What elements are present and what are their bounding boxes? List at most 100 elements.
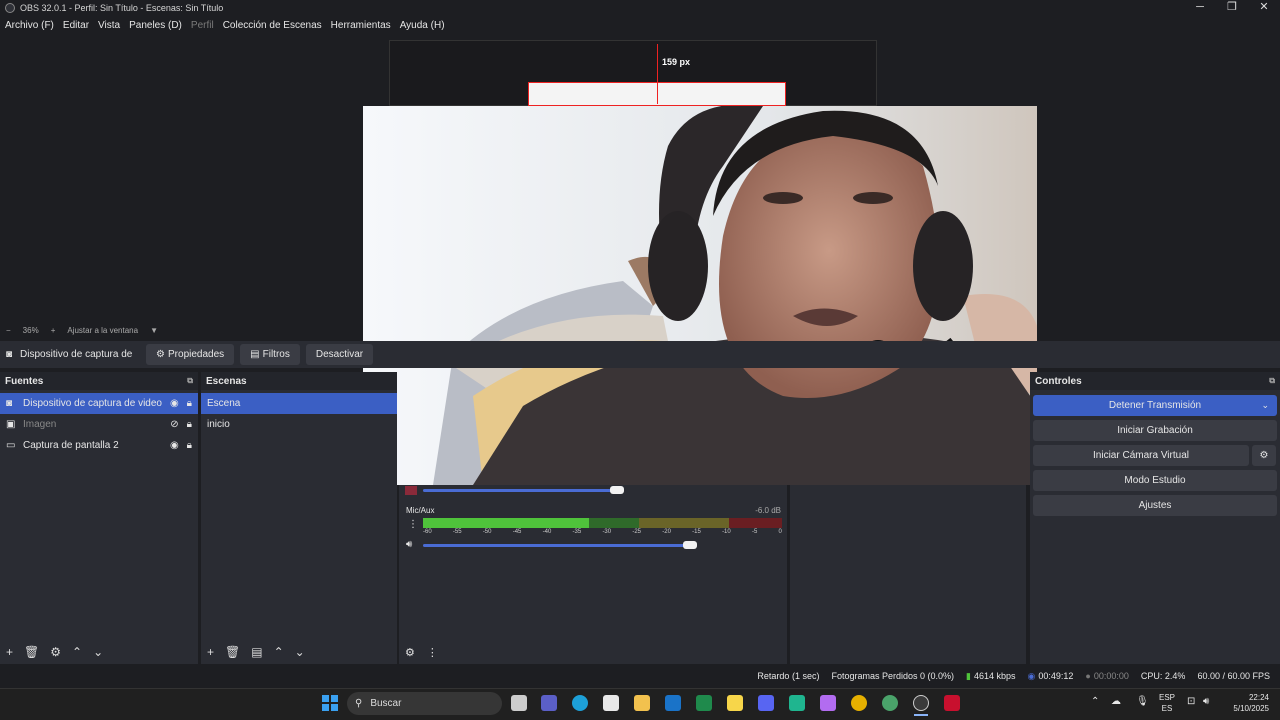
tray-chevron-icon[interactable]: ⌃ (1091, 696, 1099, 707)
title-bar: OBS 32.0.1 - Perfil: Sin Título - Escena… (0, 0, 1280, 16)
advanced-audio-icon[interactable]: ⚙ (405, 646, 415, 659)
source-item-video-capture[interactable]: ◙ Dispositivo de captura de video ◉ 🔒︎ (0, 393, 198, 414)
menu-help[interactable]: Ayuda (H) (400, 20, 445, 31)
fit-to-window[interactable]: Ajustar a la ventana (67, 326, 138, 335)
properties-button[interactable]: ⚙ Propiedades (146, 344, 235, 365)
task-view-icon[interactable] (511, 695, 527, 711)
zoom-in-button[interactable]: + (51, 326, 56, 335)
clock-time: 22:24 (1248, 693, 1269, 702)
menu-edit[interactable]: Editar (63, 20, 89, 31)
menu-profile[interactable]: Perfil (191, 20, 214, 31)
settings-button[interactable]: Ajustes (1033, 495, 1277, 516)
menu-file[interactable]: Archivo (F) (5, 20, 54, 31)
scenes-title: Escenas (206, 375, 247, 387)
chevron-down-icon[interactable]: ⌄ (1261, 400, 1269, 411)
studio-mode-button[interactable]: Modo Estudio (1033, 470, 1277, 491)
meter-yellow (639, 518, 729, 528)
volume-slider-track[interactable] (423, 544, 693, 547)
zoom-out-button[interactable]: − (6, 326, 11, 335)
window-title: OBS 32.0.1 - Perfil: Sin Título - Escena… (20, 3, 224, 13)
stream-icon: ◉ (1027, 670, 1036, 681)
onedrive-icon[interactable]: ☁ (1111, 696, 1121, 707)
undock-icon[interactable]: ⧉ (1269, 376, 1275, 386)
app-green-icon[interactable] (789, 695, 805, 711)
record-icon: ● (1085, 671, 1091, 681)
close-button[interactable]: ✕ (1248, 0, 1280, 16)
lock-icon[interactable]: 🔒︎ (187, 440, 192, 451)
lock-icon[interactable]: 🔒︎ (187, 398, 192, 409)
start-recording-button[interactable]: Iniciar Grabación (1033, 420, 1277, 441)
monitor-icon: ▭ (6, 440, 16, 451)
mcafee-icon[interactable] (944, 695, 960, 711)
edge-icon[interactable] (572, 695, 588, 711)
fps: 60.00 / 60.00 FPS (1197, 671, 1270, 681)
window-controls: ─ ❐ ✕ (1184, 0, 1280, 16)
obs-logo-icon (5, 3, 15, 13)
meter-ticks: -60 -55 -50 -45 -40 -35 -30 -25 -20 -15 -10 -5 0 (423, 529, 782, 535)
virtual-camera-button[interactable]: Iniciar Cámara Virtual (1033, 445, 1249, 466)
windows-start-icon[interactable] (322, 695, 338, 711)
lock-icon[interactable]: 🔒︎ (187, 419, 192, 430)
measure-guide-line (657, 44, 658, 104)
zoom-bar: − 36% + Ajustar a la ventana ▼ (0, 323, 1280, 337)
eye-icon[interactable]: ◉ (170, 398, 179, 409)
minimize-button[interactable]: ─ (1184, 0, 1216, 16)
volume-icon[interactable]: 🔊︎ (1203, 696, 1209, 707)
deactivate-button[interactable]: Desactivar (305, 344, 374, 365)
menu-view[interactable]: Vista (98, 20, 120, 31)
menu-docks[interactable]: Paneles (D) (129, 20, 182, 31)
arrow-down-icon[interactable]: ⌄ (295, 645, 305, 659)
source-item-image[interactable]: ▣ Imagen ⊘ 🔒︎ (0, 414, 198, 435)
network-icon[interactable]: ⊡ (1187, 696, 1195, 707)
volume-slider-thumb[interactable] (683, 541, 697, 549)
speaker-icon[interactable]: 🔊︎ (406, 539, 412, 550)
gear-icon: ⚙ (156, 349, 166, 360)
trash-icon[interactable]: 🗑︎ (225, 645, 240, 659)
microphone-icon[interactable]: 🎙︎ (1136, 696, 1149, 707)
undock-icon[interactable]: ⧉ (187, 376, 193, 386)
filter-icon[interactable]: ▤ (251, 645, 262, 659)
excel-icon[interactable] (696, 695, 712, 711)
gear-icon[interactable]: ⚙ (50, 645, 61, 659)
source-label: Captura de pantalla 2 (23, 440, 119, 451)
add-icon[interactable]: + (207, 645, 214, 659)
maximize-button[interactable]: ❐ (1216, 0, 1248, 16)
arrow-up-icon[interactable]: ⌃ (72, 645, 82, 659)
mixer-menu-icon[interactable]: ⋮ (427, 646, 438, 659)
clock-date: 5/10/2025 (1233, 704, 1269, 713)
scene-item-inicio[interactable]: inicio (201, 414, 397, 435)
stop-stream-button[interactable]: Detener Transmisión ⌄ (1033, 395, 1277, 416)
stream-time: 00:49:12 (1038, 671, 1074, 681)
teams-icon[interactable] (541, 695, 557, 711)
discord-icon[interactable] (758, 695, 774, 711)
zoom-dropdown-icon[interactable]: ▼ (150, 326, 158, 335)
add-icon[interactable]: + (6, 645, 13, 659)
language-indicator[interactable]: ESP ES (1159, 692, 1175, 714)
menu-tools[interactable]: Herramientas (331, 20, 391, 31)
arrow-up-icon[interactable]: ⌃ (274, 645, 284, 659)
eye-icon[interactable]: ◉ (170, 440, 179, 451)
menu-scene-collection[interactable]: Colección de Escenas (223, 20, 322, 31)
source-item-screen-capture[interactable]: ▭ Captura de pantalla 2 ◉ 🔒︎ (0, 435, 198, 456)
audio-mixer: Mic/Aux -6.0 dB ⋮ -60 -55 -50 -45 -40 -35 -30-… (399, 485, 787, 640)
first-channel-volume-thumb[interactable] (610, 486, 624, 494)
outlook-icon[interactable] (665, 695, 681, 711)
clock[interactable]: 22:24 5/10/2025 (1225, 692, 1269, 714)
eye-hidden-icon[interactable]: ⊘ (170, 419, 178, 430)
copilot-icon[interactable] (820, 695, 836, 711)
filters-button[interactable]: ▤ Filtros (240, 344, 300, 365)
chrome-icon[interactable] (851, 695, 867, 711)
trash-icon[interactable]: 🗑︎ (24, 645, 39, 659)
sticky-notes-icon[interactable] (727, 695, 743, 711)
first-channel-volume-track[interactable] (423, 489, 619, 492)
store-icon[interactable] (603, 695, 619, 711)
virtual-camera-settings-button[interactable]: ⚙ (1252, 445, 1276, 466)
arrow-down-icon[interactable]: ⌄ (93, 645, 103, 659)
obs-icon[interactable] (913, 695, 929, 711)
taskbar-search[interactable]: ⚲ Buscar (347, 692, 502, 715)
file-explorer-icon[interactable] (634, 695, 650, 711)
scene-item-escena[interactable]: Escena (201, 393, 397, 414)
chrome-profile-icon[interactable] (882, 695, 898, 711)
settings-label: Ajustes (1138, 500, 1172, 511)
channel-menu-icon[interactable]: ⋮ (408, 519, 418, 530)
